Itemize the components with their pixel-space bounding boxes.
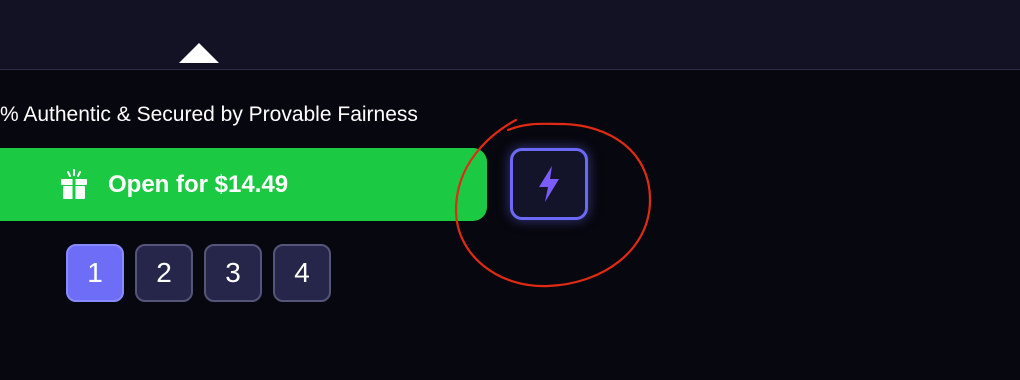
count-option-1[interactable]: 1: [66, 244, 124, 302]
open-button-label: Open for $14.49: [108, 170, 289, 198]
count-option-3[interactable]: 3: [204, 244, 262, 302]
fairness-notice: % Authentic & Secured by Provable Fairne…: [0, 103, 418, 126]
fast-open-button[interactable]: [510, 148, 588, 220]
pointer-arrow-icon: [179, 43, 219, 63]
count-option-4[interactable]: 4: [273, 244, 331, 302]
count-option-2[interactable]: 2: [135, 244, 193, 302]
gift-icon: [61, 168, 87, 199]
open-count-selector: 1 2 3 4: [66, 244, 331, 302]
lightning-bolt-icon: [539, 166, 559, 202]
open-case-button[interactable]: Open for $14.49: [0, 148, 487, 221]
top-header-strip: [0, 0, 1020, 70]
